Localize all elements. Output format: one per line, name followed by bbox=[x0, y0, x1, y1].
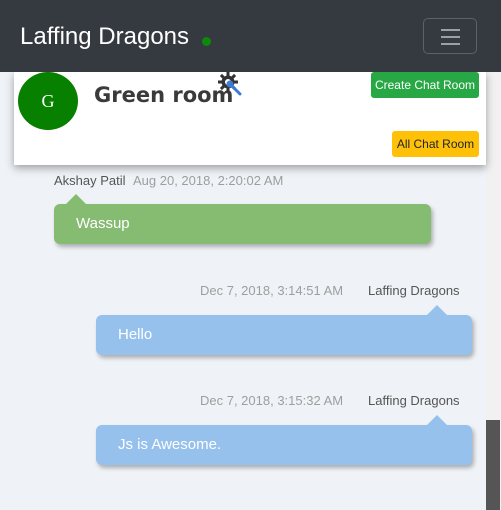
message-timestamp: Aug 20, 2018, 2:20:02 AM bbox=[133, 173, 284, 188]
message-bubble: Wassup bbox=[54, 194, 431, 244]
message-timestamp: Dec 7, 2018, 3:14:51 AM bbox=[200, 283, 344, 298]
message-text: Wassup bbox=[76, 215, 130, 232]
create-chat-room-button[interactable]: Create Chat Room bbox=[371, 72, 479, 98]
message-author: Laffing Dragons bbox=[368, 283, 460, 298]
bubble-pointer bbox=[66, 194, 86, 204]
room-avatar: G bbox=[18, 72, 78, 130]
message-text: Hello bbox=[118, 326, 153, 343]
online-status-dot bbox=[202, 37, 211, 46]
gear-wrench-icon[interactable] bbox=[216, 72, 244, 98]
scrollbar-thumb[interactable] bbox=[486, 420, 500, 510]
top-navbar: Laffing Dragons bbox=[0, 0, 501, 72]
message-text: Js is Awesome. bbox=[118, 436, 222, 453]
room-name: Green room bbox=[94, 83, 234, 107]
room-header-card: G Green room Create Chat Room All Chat R… bbox=[14, 72, 486, 165]
message-bubble: Js is Awesome. bbox=[96, 415, 472, 465]
chat-area[interactable]: Akshay Patil Aug 20, 2018, 2:20:02 AM Wa… bbox=[0, 72, 501, 510]
all-chat-room-button[interactable]: All Chat Room bbox=[392, 131, 479, 157]
bubble-pointer bbox=[427, 415, 447, 425]
message-author: Laffing Dragons bbox=[368, 393, 460, 408]
message-timestamp: Dec 7, 2018, 3:15:32 AM bbox=[200, 393, 344, 408]
bubble-pointer bbox=[427, 305, 447, 315]
message-author: Akshay Patil bbox=[54, 173, 126, 188]
menu-toggle-button[interactable] bbox=[423, 18, 477, 54]
message-bubble: Hello bbox=[96, 305, 472, 355]
navbar-brand[interactable]: Laffing Dragons bbox=[20, 22, 189, 52]
